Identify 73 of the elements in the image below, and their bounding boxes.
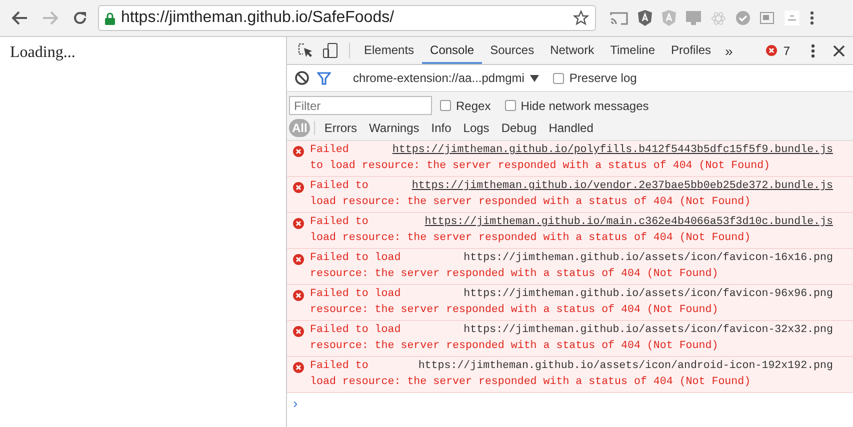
devtools-tab[interactable]: Timeline xyxy=(602,37,664,64)
shield-icon[interactable] xyxy=(638,10,652,26)
error-icon xyxy=(293,362,304,373)
error-icon xyxy=(293,290,304,301)
error-icon xyxy=(293,326,304,337)
error-icon xyxy=(293,182,304,193)
message-text: load resource: the server responded with a status of 404 (Not Found) xyxy=(310,230,752,246)
error-count[interactable]: 7 xyxy=(783,44,790,58)
level-filter[interactable]: Logs xyxy=(458,119,494,137)
address-bar[interactable]: https://jimtheman.github.io/SafeFoods/ xyxy=(98,5,596,31)
inspect-icon[interactable] xyxy=(298,43,313,58)
card-icon[interactable] xyxy=(760,12,774,24)
message-text: to load resource: the server responded with a status of 404 (Not Found) xyxy=(310,158,772,174)
level-filter[interactable]: Warnings xyxy=(364,119,424,137)
checkbox-label: Regex xyxy=(456,98,491,112)
message-text: Failed xyxy=(310,143,349,158)
devtools-tab[interactable]: Console xyxy=(422,37,482,64)
console-prompt[interactable]: › xyxy=(287,393,853,413)
devtools-tab[interactable]: Elements xyxy=(356,37,422,64)
more-options-icon[interactable] xyxy=(811,44,815,58)
url-text: https://jimtheman.github.io/assets/icon/android-icon-192x192.png xyxy=(418,359,833,374)
cast-icon[interactable] xyxy=(610,11,628,25)
check-circle-icon[interactable] xyxy=(736,11,750,25)
level-filter[interactable]: Info xyxy=(426,119,456,137)
dropdown-caret-icon xyxy=(530,74,540,82)
url-text: https://jimtheman.github.io/assets/icon/favicon-96x96.png xyxy=(464,287,833,302)
devtools-tab[interactable]: Profiles xyxy=(663,37,720,64)
checkbox-label: Preserve log xyxy=(569,71,637,85)
message-text: Failed to load xyxy=(310,251,401,266)
filter-field[interactable]: Filter xyxy=(289,96,432,115)
extension-icon[interactable] xyxy=(784,10,800,26)
url-text: https://jimtheman.github.io/SafeFoods/ xyxy=(121,9,396,27)
menu-icon[interactable] xyxy=(810,11,814,25)
device-icon[interactable] xyxy=(323,43,338,58)
url-link[interactable]: https://jimtheman.github.io/vendor.2e37bae5bb0eb25de372.bundle.js xyxy=(412,179,833,194)
message-text: resource: the server responded with a status of 404 (Not Found) xyxy=(310,266,720,282)
url-text: https://jimtheman.github.io/assets/icon/favicon-16x16.png xyxy=(464,251,833,266)
level-filter[interactable]: Errors xyxy=(319,119,362,137)
close-icon[interactable] xyxy=(833,44,845,56)
back-arrow-icon xyxy=(12,11,28,25)
url-link[interactable]: https://jimtheman.github.io/main.c362e4b4066a53f3d10c.bundle.js xyxy=(424,215,833,230)
preserve-log-checkbox[interactable] xyxy=(553,72,564,84)
filter-icon[interactable] xyxy=(317,72,331,84)
message-text: Failed to load xyxy=(310,323,401,338)
message-text: Failed to xyxy=(310,359,368,374)
message-text: resource: the server responded with a status of 404 (Not Found) xyxy=(310,302,720,318)
message-text: load resource: the server responded with a status of 404 (Not Found) xyxy=(310,374,752,390)
error-icon xyxy=(293,218,304,229)
url-link[interactable]: https://jimtheman.github.io/polyfills.b412f5443b5dfc15f5f9.bundle.js xyxy=(392,143,833,158)
error-count-icon xyxy=(766,45,778,56)
devtools-tab[interactable]: Sources xyxy=(482,37,542,64)
hide-network-checkbox[interactable] xyxy=(504,100,516,111)
checkbox-label: Hide network messages xyxy=(520,98,649,112)
level-filter[interactable]: Handled xyxy=(544,119,598,137)
devtools-tab[interactable]: Network xyxy=(542,37,602,64)
reload-icon xyxy=(72,10,88,26)
message-text: resource: the server responded with a status of 404 (Not Found) xyxy=(310,338,720,354)
error-icon xyxy=(293,146,304,157)
message-text: Failed to xyxy=(310,215,368,230)
loading-text: Loading... xyxy=(10,44,76,62)
regex-checkbox[interactable] xyxy=(440,100,451,111)
error-icon xyxy=(293,254,304,265)
message-text: Failed to xyxy=(310,179,368,194)
forward-arrow-icon xyxy=(42,11,58,25)
clear-icon[interactable] xyxy=(295,71,309,85)
lock-icon xyxy=(105,12,115,24)
level-filter[interactable]: Debug xyxy=(496,119,542,137)
message-text: load resource: the server responded with a status of 404 (Not Found) xyxy=(310,194,752,210)
context-dropdown[interactable]: chrome-extension://aa...pdmgmi xyxy=(353,71,540,85)
message-text: Failed to load xyxy=(310,287,401,302)
url-text: https://jimtheman.github.io/assets/icon/favicon-32x32.png xyxy=(464,323,833,338)
star-icon[interactable] xyxy=(573,10,589,26)
more-tabs-button[interactable]: » xyxy=(719,37,739,64)
